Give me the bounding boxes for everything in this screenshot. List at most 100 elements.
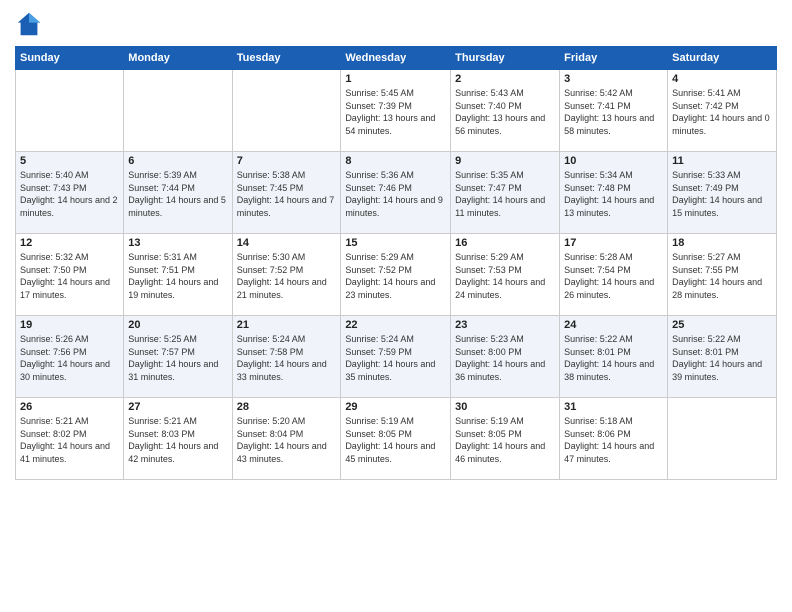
day-number: 17 xyxy=(564,237,663,249)
day-number: 2 xyxy=(455,73,555,85)
day-number: 27 xyxy=(128,401,227,413)
day-of-week-header: Saturday xyxy=(668,47,777,70)
calendar-cell: 23 Sunrise: 5:23 AMSunset: 8:00 PMDayligh… xyxy=(451,316,560,398)
calendar-week-row: 19 Sunrise: 5:26 AMSunset: 7:56 PMDayligh… xyxy=(16,316,777,398)
day-number: 16 xyxy=(455,237,555,249)
calendar-cell: 20 Sunrise: 5:25 AMSunset: 7:57 PMDayligh… xyxy=(124,316,232,398)
day-number: 30 xyxy=(455,401,555,413)
day-number: 10 xyxy=(564,155,663,167)
calendar-cell: 21 Sunrise: 5:24 AMSunset: 7:58 PMDayligh… xyxy=(232,316,341,398)
day-number: 26 xyxy=(20,401,119,413)
day-of-week-header: Thursday xyxy=(451,47,560,70)
calendar-week-row: 5 Sunrise: 5:40 AMSunset: 7:43 PMDaylight… xyxy=(16,152,777,234)
day-info: Sunrise: 5:38 AMSunset: 7:45 PMDaylight:… xyxy=(237,169,337,219)
day-number: 4 xyxy=(672,73,772,85)
calendar-cell: 9 Sunrise: 5:35 AMSunset: 7:47 PMDaylight… xyxy=(451,152,560,234)
day-info: Sunrise: 5:27 AMSunset: 7:55 PMDaylight:… xyxy=(672,251,772,301)
day-info: Sunrise: 5:22 AMSunset: 8:01 PMDaylight:… xyxy=(564,333,663,383)
day-info: Sunrise: 5:41 AMSunset: 7:42 PMDaylight:… xyxy=(672,87,772,137)
day-info: Sunrise: 5:30 AMSunset: 7:52 PMDaylight:… xyxy=(237,251,337,301)
logo-icon xyxy=(15,10,43,38)
day-number: 9 xyxy=(455,155,555,167)
calendar-cell: 3 Sunrise: 5:42 AMSunset: 7:41 PMDaylight… xyxy=(560,70,668,152)
page: SundayMondayTuesdayWednesdayThursdayFrid… xyxy=(0,0,792,612)
day-info: Sunrise: 5:34 AMSunset: 7:48 PMDaylight:… xyxy=(564,169,663,219)
day-number: 11 xyxy=(672,155,772,167)
calendar-cell: 17 Sunrise: 5:28 AMSunset: 7:54 PMDayligh… xyxy=(560,234,668,316)
calendar-cell: 8Sunrise: 5:36 AMSunset: 7:46 PMDaylight… xyxy=(341,152,451,234)
calendar-cell: 22 Sunrise: 5:24 AMSunset: 7:59 PMDayligh… xyxy=(341,316,451,398)
day-number: 20 xyxy=(128,319,227,331)
calendar-cell xyxy=(124,70,232,152)
day-number: 25 xyxy=(672,319,772,331)
logo xyxy=(15,10,48,38)
calendar-week-row: 12 Sunrise: 5:32 AMSunset: 7:50 PMDayligh… xyxy=(16,234,777,316)
calendar-cell: 16Sunrise: 5:29 AMSunset: 7:53 PMDayligh… xyxy=(451,234,560,316)
day-info: Sunrise: 5:40 AMSunset: 7:43 PMDaylight:… xyxy=(20,169,119,219)
calendar-cell: 28Sunrise: 5:20 AMSunset: 8:04 PMDayligh… xyxy=(232,398,341,480)
calendar-cell: 24 Sunrise: 5:22 AMSunset: 8:01 PMDayligh… xyxy=(560,316,668,398)
day-info: Sunrise: 5:39 AMSunset: 7:44 PMDaylight:… xyxy=(128,169,227,219)
day-of-week-header: Wednesday xyxy=(341,47,451,70)
day-info: Sunrise: 5:19 AMSunset: 8:05 PMDaylight:… xyxy=(345,415,446,465)
day-number: 23 xyxy=(455,319,555,331)
day-info: Sunrise: 5:18 AMSunset: 8:06 PMDaylight:… xyxy=(564,415,663,465)
day-info: Sunrise: 5:20 AMSunset: 8:04 PMDaylight:… xyxy=(237,415,337,465)
day-info: Sunrise: 5:42 AMSunset: 7:41 PMDaylight:… xyxy=(564,87,663,137)
day-number: 12 xyxy=(20,237,119,249)
day-number: 6 xyxy=(128,155,227,167)
day-number: 24 xyxy=(564,319,663,331)
calendar-cell: 29Sunrise: 5:19 AMSunset: 8:05 PMDayligh… xyxy=(341,398,451,480)
calendar-cell: 4 Sunrise: 5:41 AMSunset: 7:42 PMDaylight… xyxy=(668,70,777,152)
calendar-week-row: 1 Sunrise: 5:45 AMSunset: 7:39 PMDaylight… xyxy=(16,70,777,152)
day-number: 21 xyxy=(237,319,337,331)
calendar-cell: 7 Sunrise: 5:38 AMSunset: 7:45 PMDaylight… xyxy=(232,152,341,234)
day-info: Sunrise: 5:33 AMSunset: 7:49 PMDaylight:… xyxy=(672,169,772,219)
calendar-cell: 18 Sunrise: 5:27 AMSunset: 7:55 PMDayligh… xyxy=(668,234,777,316)
calendar-cell: 27 Sunrise: 5:21 AMSunset: 8:03 PMDayligh… xyxy=(124,398,232,480)
day-info: Sunrise: 5:28 AMSunset: 7:54 PMDaylight:… xyxy=(564,251,663,301)
calendar-cell: 14 Sunrise: 5:30 AMSunset: 7:52 PMDayligh… xyxy=(232,234,341,316)
day-number: 1 xyxy=(345,73,446,85)
day-info: Sunrise: 5:35 AMSunset: 7:47 PMDaylight:… xyxy=(455,169,555,219)
day-number: 18 xyxy=(672,237,772,249)
day-info: Sunrise: 5:21 AMSunset: 8:02 PMDaylight:… xyxy=(20,415,119,465)
calendar-cell: 13 Sunrise: 5:31 AMSunset: 7:51 PMDayligh… xyxy=(124,234,232,316)
day-info: Sunrise: 5:31 AMSunset: 7:51 PMDaylight:… xyxy=(128,251,227,301)
day-number: 15 xyxy=(345,237,446,249)
day-info: Sunrise: 5:26 AMSunset: 7:56 PMDaylight:… xyxy=(20,333,119,383)
day-number: 22 xyxy=(345,319,446,331)
calendar-cell: 5 Sunrise: 5:40 AMSunset: 7:43 PMDaylight… xyxy=(16,152,124,234)
day-info: Sunrise: 5:45 AMSunset: 7:39 PMDaylight:… xyxy=(345,87,446,137)
day-of-week-header: Friday xyxy=(560,47,668,70)
day-number: 5 xyxy=(20,155,119,167)
day-info: Sunrise: 5:32 AMSunset: 7:50 PMDaylight:… xyxy=(20,251,119,301)
calendar: SundayMondayTuesdayWednesdayThursdayFrid… xyxy=(15,46,777,480)
calendar-cell xyxy=(16,70,124,152)
calendar-cell xyxy=(668,398,777,480)
calendar-cell: 6 Sunrise: 5:39 AMSunset: 7:44 PMDaylight… xyxy=(124,152,232,234)
day-info: Sunrise: 5:36 AMSunset: 7:46 PMDaylight:… xyxy=(345,169,446,219)
day-number: 7 xyxy=(237,155,337,167)
day-number: 14 xyxy=(237,237,337,249)
calendar-cell xyxy=(232,70,341,152)
day-info: Sunrise: 5:21 AMSunset: 8:03 PMDaylight:… xyxy=(128,415,227,465)
day-info: Sunrise: 5:24 AMSunset: 7:59 PMDaylight:… xyxy=(345,333,446,383)
calendar-header-row: SundayMondayTuesdayWednesdayThursdayFrid… xyxy=(16,47,777,70)
calendar-cell: 19 Sunrise: 5:26 AMSunset: 7:56 PMDayligh… xyxy=(16,316,124,398)
day-number: 13 xyxy=(128,237,227,249)
calendar-cell: 15Sunrise: 5:29 AMSunset: 7:52 PMDayligh… xyxy=(341,234,451,316)
day-number: 3 xyxy=(564,73,663,85)
day-info: Sunrise: 5:25 AMSunset: 7:57 PMDaylight:… xyxy=(128,333,227,383)
calendar-cell: 25 Sunrise: 5:22 AMSunset: 8:01 PMDayligh… xyxy=(668,316,777,398)
day-info: Sunrise: 5:23 AMSunset: 8:00 PMDaylight:… xyxy=(455,333,555,383)
header xyxy=(15,10,777,38)
day-info: Sunrise: 5:19 AMSunset: 8:05 PMDaylight:… xyxy=(455,415,555,465)
calendar-cell: 31Sunrise: 5:18 AMSunset: 8:06 PMDayligh… xyxy=(560,398,668,480)
calendar-cell: 1 Sunrise: 5:45 AMSunset: 7:39 PMDaylight… xyxy=(341,70,451,152)
calendar-cell: 26 Sunrise: 5:21 AMSunset: 8:02 PMDayligh… xyxy=(16,398,124,480)
day-info: Sunrise: 5:22 AMSunset: 8:01 PMDaylight:… xyxy=(672,333,772,383)
day-number: 19 xyxy=(20,319,119,331)
calendar-cell: 11 Sunrise: 5:33 AMSunset: 7:49 PMDayligh… xyxy=(668,152,777,234)
day-info: Sunrise: 5:24 AMSunset: 7:58 PMDaylight:… xyxy=(237,333,337,383)
